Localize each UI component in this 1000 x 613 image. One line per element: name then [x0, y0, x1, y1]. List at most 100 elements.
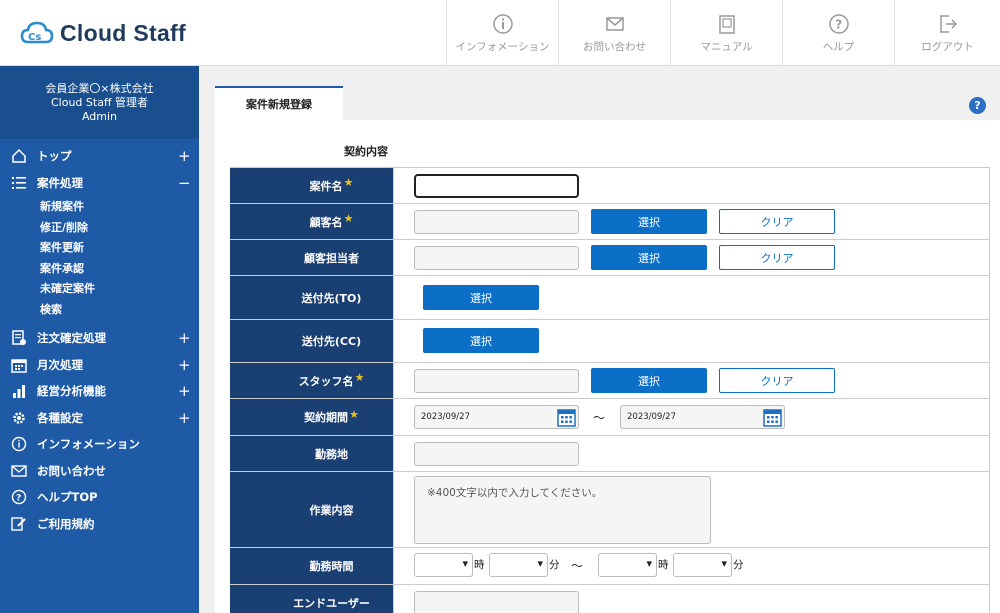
- main-content: 案件新規登録 ? 契約内容 案件名 ★ 顧客名 ★ 選択 クリア 顧客担当者 選…: [199, 66, 1000, 613]
- field-label: 送付先(CC): [230, 320, 394, 362]
- case-submenu: 新規案件 修正/削除 案件更新 案件承認 未確定案件 検索: [0, 196, 199, 325]
- submenu-new-case[interactable]: 新規案件: [0, 196, 199, 217]
- row-client-contact: 顧客担当者 選択 クリア: [230, 240, 990, 276]
- field-value: 2023/09/27 〜 2023/09/27: [394, 399, 989, 435]
- hour-unit: 時: [474, 559, 485, 571]
- case-form: 案件名 ★ 顧客名 ★ 選択 クリア 顧客担当者 選択 クリア 送付先(TO) …: [230, 167, 990, 613]
- staff-clear-button[interactable]: クリア: [719, 368, 835, 393]
- form-panel: 契約内容 案件名 ★ 顧客名 ★ 選択 クリア 顧客担当者 選択 クリア 送付先…: [215, 120, 1000, 613]
- field-label: 顧客担当者: [230, 240, 394, 275]
- logo[interactable]: Cs Cloud Staff: [20, 18, 186, 48]
- expand-icon[interactable]: +: [178, 329, 191, 347]
- expand-icon[interactable]: +: [178, 356, 191, 374]
- send-cc-select-button[interactable]: 選択: [423, 328, 539, 353]
- contact-select-button[interactable]: 選択: [591, 245, 707, 270]
- sidebar-item-label: インフォメーション: [37, 437, 140, 452]
- tab-new-case[interactable]: 案件新規登録: [215, 86, 343, 120]
- chevron-down-icon: ▾: [462, 557, 468, 570]
- chevron-down-icon: ▾: [537, 557, 543, 570]
- send-to-select-button[interactable]: 選択: [423, 285, 539, 310]
- client-clear-button[interactable]: クリア: [719, 209, 835, 234]
- sidebar-item-case-processing[interactable]: 案件処理 −: [0, 170, 199, 197]
- sidebar-item-label: 各種設定: [37, 410, 83, 425]
- user-role: Cloud Staff 管理者: [50, 96, 149, 109]
- sidebar-item-analysis[interactable]: 経営分析機能 +: [0, 378, 199, 405]
- range-separator: 〜: [571, 559, 584, 573]
- sidebar-item-label: ヘルプTOP: [37, 490, 98, 505]
- nav-information[interactable]: インフォメーション: [446, 0, 558, 66]
- field-label: 作業内容: [230, 472, 394, 547]
- sidebar-item-contact[interactable]: お問い合わせ: [0, 458, 199, 485]
- submenu-unconfirmed[interactable]: 未確定案件: [0, 278, 199, 299]
- calendar-icon[interactable]: [763, 408, 782, 427]
- nav-help[interactable]: ? ヘルプ: [782, 0, 894, 66]
- end-minute-select[interactable]: ▾: [673, 553, 732, 577]
- contract-start-date[interactable]: 2023/09/27: [414, 405, 579, 429]
- expand-icon[interactable]: +: [178, 382, 191, 400]
- range-separator: 〜: [593, 411, 606, 425]
- work-content-textarea[interactable]: ※400文字以内で入力してください。: [414, 476, 711, 544]
- section-title: 契約内容: [344, 145, 388, 158]
- help-icon: ?: [11, 490, 27, 505]
- contract-end-value: 2023/09/27: [627, 412, 676, 422]
- field-value: 選択 クリア: [394, 204, 989, 239]
- expand-icon[interactable]: +: [178, 147, 191, 165]
- calendar-icon[interactable]: [557, 408, 576, 427]
- sidebar-item-settings[interactable]: 各種設定 +: [0, 405, 199, 432]
- start-hour-select[interactable]: ▾: [414, 553, 473, 577]
- chart-icon: [13, 385, 25, 399]
- required-star-icon: ★: [354, 371, 365, 384]
- required-star-icon: ★: [343, 212, 354, 225]
- field-value: [394, 585, 989, 613]
- submenu-case-update[interactable]: 案件更新: [0, 237, 199, 258]
- row-client-name: 顧客名 ★ 選択 クリア: [230, 204, 990, 240]
- sidebar-item-label: ご利用規約: [37, 516, 95, 531]
- help-icon[interactable]: ?: [969, 97, 986, 114]
- calendar-icon: [11, 359, 27, 373]
- field-value: 選択: [394, 320, 989, 362]
- label-text: エンドユーザー: [293, 596, 370, 610]
- list-icon: [12, 176, 26, 189]
- mail-icon: [605, 16, 624, 31]
- field-value: ※400文字以内で入力してください。: [394, 472, 989, 547]
- end-hour-select[interactable]: ▾: [598, 553, 657, 577]
- minute-unit: 分: [733, 559, 744, 571]
- sidebar-item-help-top[interactable]: ? ヘルプTOP: [0, 484, 199, 511]
- sidebar-item-monthly[interactable]: 月次処理 +: [0, 352, 199, 379]
- staff-select-button[interactable]: 選択: [591, 368, 707, 393]
- contact-clear-button[interactable]: クリア: [719, 245, 835, 270]
- end-user-input[interactable]: [414, 591, 579, 613]
- label-text: 作業内容: [309, 503, 354, 517]
- sidebar-item-top[interactable]: トップ +: [0, 143, 199, 170]
- sidebar-item-order-confirm[interactable]: 注文確定処理 +: [0, 325, 199, 352]
- field-label: 顧客名 ★: [230, 204, 394, 239]
- svg-text:?: ?: [16, 494, 21, 504]
- submenu-edit-delete[interactable]: 修正/削除: [0, 217, 199, 238]
- nav-logout[interactable]: ログアウト: [894, 0, 1000, 66]
- gear-icon: [13, 412, 25, 424]
- work-location-input[interactable]: [414, 442, 579, 466]
- nav-contact[interactable]: お問い合わせ: [558, 0, 670, 66]
- client-name-input[interactable]: [414, 210, 579, 234]
- client-select-button[interactable]: 選択: [591, 209, 707, 234]
- expand-icon[interactable]: +: [178, 409, 191, 427]
- label-text: 送付先(TO): [301, 291, 362, 305]
- case-name-input[interactable]: [414, 174, 579, 198]
- label-text: 案件名: [309, 179, 343, 193]
- contract-end-date[interactable]: 2023/09/27: [620, 405, 785, 429]
- sidebar-item-information[interactable]: インフォメーション: [0, 431, 199, 458]
- start-minute-select[interactable]: ▾: [489, 553, 548, 577]
- nav-manual[interactable]: マニュアル: [670, 0, 782, 66]
- collapse-icon[interactable]: −: [178, 174, 191, 192]
- field-label: スタッフ名 ★: [230, 363, 394, 398]
- company-name: 会員企業〇×株式会社: [45, 82, 154, 95]
- field-label: 勤務時間: [230, 548, 394, 584]
- submenu-case-approval[interactable]: 案件承認: [0, 258, 199, 279]
- nav-manual-label: マニュアル: [700, 40, 753, 53]
- sidebar-item-terms[interactable]: ご利用規約: [0, 511, 199, 538]
- sidebar-item-label: 月次処理: [37, 357, 83, 372]
- submenu-search[interactable]: 検索: [0, 299, 199, 320]
- field-value: [394, 168, 989, 203]
- client-contact-input[interactable]: [414, 246, 579, 270]
- staff-name-input[interactable]: [414, 369, 579, 393]
